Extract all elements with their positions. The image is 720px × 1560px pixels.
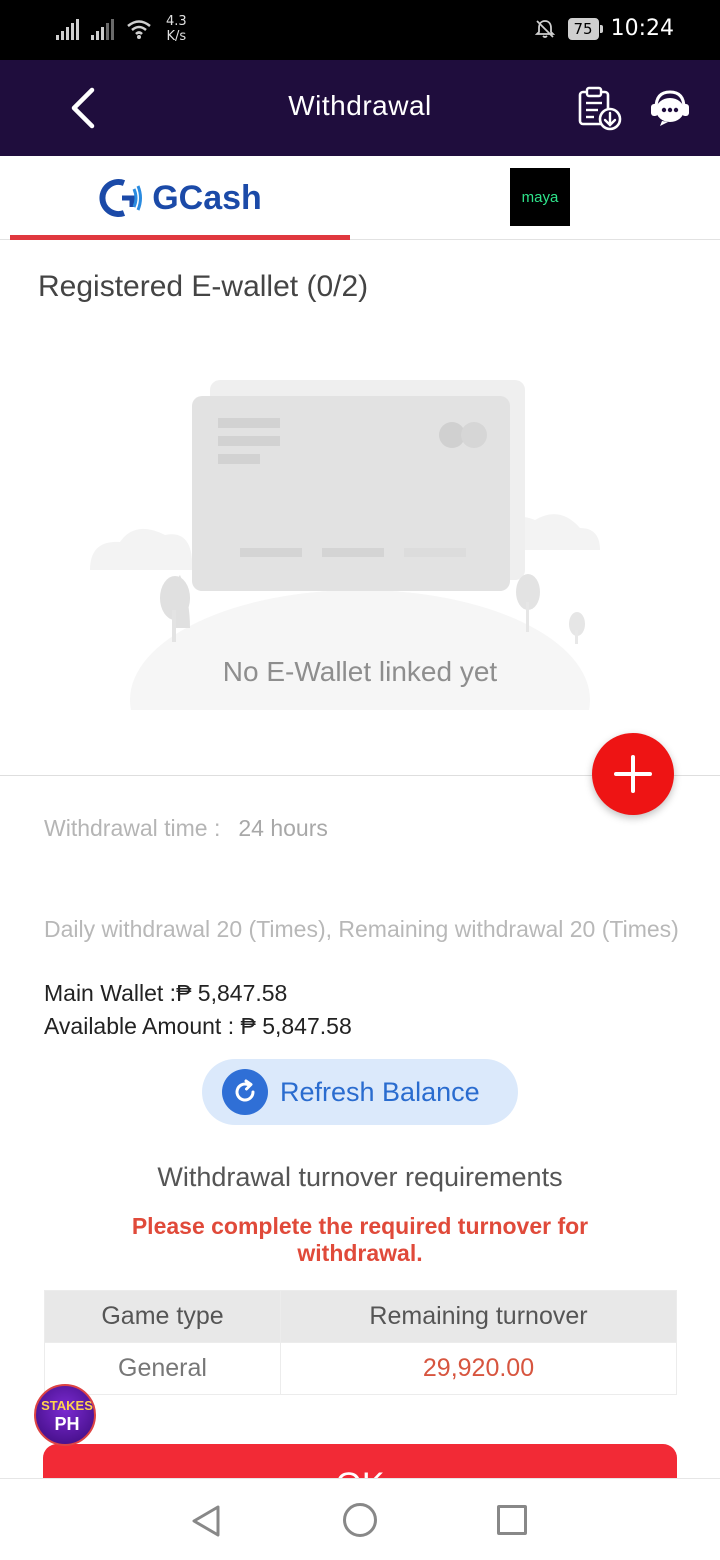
badge-line1: STAKES (41, 1398, 93, 1413)
table-row: General 29,920.00 (44, 1342, 677, 1395)
column-header-game-type: Game type (44, 1290, 281, 1343)
nav-back-icon[interactable] (186, 1501, 226, 1541)
nav-home-icon[interactable] (343, 1503, 377, 1537)
withdrawal-time-label: Withdrawal time : (44, 815, 221, 841)
stakes-ph-floating-badge[interactable]: STAKES PH (34, 1384, 96, 1446)
customer-service-icon[interactable] (648, 88, 692, 128)
ewallet-tabs: GCash maya (0, 156, 720, 240)
network-speed-unit: K/s (166, 29, 187, 44)
refresh-balance-label: Refresh Balance (280, 1076, 480, 1107)
turnover-warning: Please complete the required turnover fo… (131, 1213, 589, 1266)
tab-gcash[interactable]: GCash (10, 156, 350, 240)
remaining-turnover-cell: 29,920.00 (280, 1342, 677, 1395)
withdrawal-time-value: 24 hours (238, 815, 328, 841)
nav-recents-icon[interactable] (497, 1505, 527, 1535)
network-speed-value: 4.3 (166, 14, 187, 29)
system-navigation-bar (0, 1478, 720, 1560)
wifi-icon (127, 20, 151, 39)
clock: 10:24 (610, 16, 674, 41)
table-header-row: Game type Remaining turnover (44, 1290, 677, 1343)
withdrawal-time: Withdrawal time : 24 hours (44, 815, 328, 842)
withdrawal-records-icon[interactable] (574, 86, 624, 132)
refresh-balance-button[interactable]: Refresh Balance (202, 1059, 518, 1125)
tab-maya[interactable]: maya (510, 168, 570, 226)
status-bar-left: 4.3 K/s (56, 14, 187, 44)
column-header-remaining-turnover: Remaining turnover (280, 1290, 677, 1343)
game-type-cell: General (44, 1342, 281, 1395)
signal-icon-secondary (91, 18, 114, 40)
signal-icon (56, 18, 79, 40)
tab-gcash-label: GCash (152, 178, 262, 217)
turnover-title: Withdrawal turnover requirements (157, 1162, 563, 1192)
badge-line2: PH (54, 1414, 80, 1434)
main-wallet-balance: Main Wallet :₱ 5,847.58 (44, 980, 288, 1006)
battery-indicator: 75 (567, 17, 603, 40)
network-speed: 4.3 K/s (166, 14, 187, 44)
app-header: Withdrawal (0, 60, 720, 156)
add-ewallet-button[interactable] (592, 733, 674, 815)
registered-ewallet-title: Registered E-wallet (0/2) (38, 270, 369, 303)
active-tab-indicator (10, 235, 350, 240)
turnover-table: Game type Remaining turnover General 29,… (44, 1290, 677, 1395)
refresh-icon (222, 1069, 268, 1115)
gcash-logo-icon (99, 179, 143, 217)
bell-muted-icon (534, 19, 555, 38)
tab-maya-label: maya (521, 188, 559, 206)
available-amount: Available Amount : ₱ 5,847.58 (44, 1013, 352, 1039)
status-bar: 4.3 K/s 75 10:24 (0, 0, 720, 60)
empty-state-text: No E-Wallet linked yet (222, 656, 498, 687)
daily-withdrawal-limit: Daily withdrawal 20 (Times), Remaining w… (44, 916, 679, 942)
status-bar-right: 75 10:24 (534, 16, 674, 41)
